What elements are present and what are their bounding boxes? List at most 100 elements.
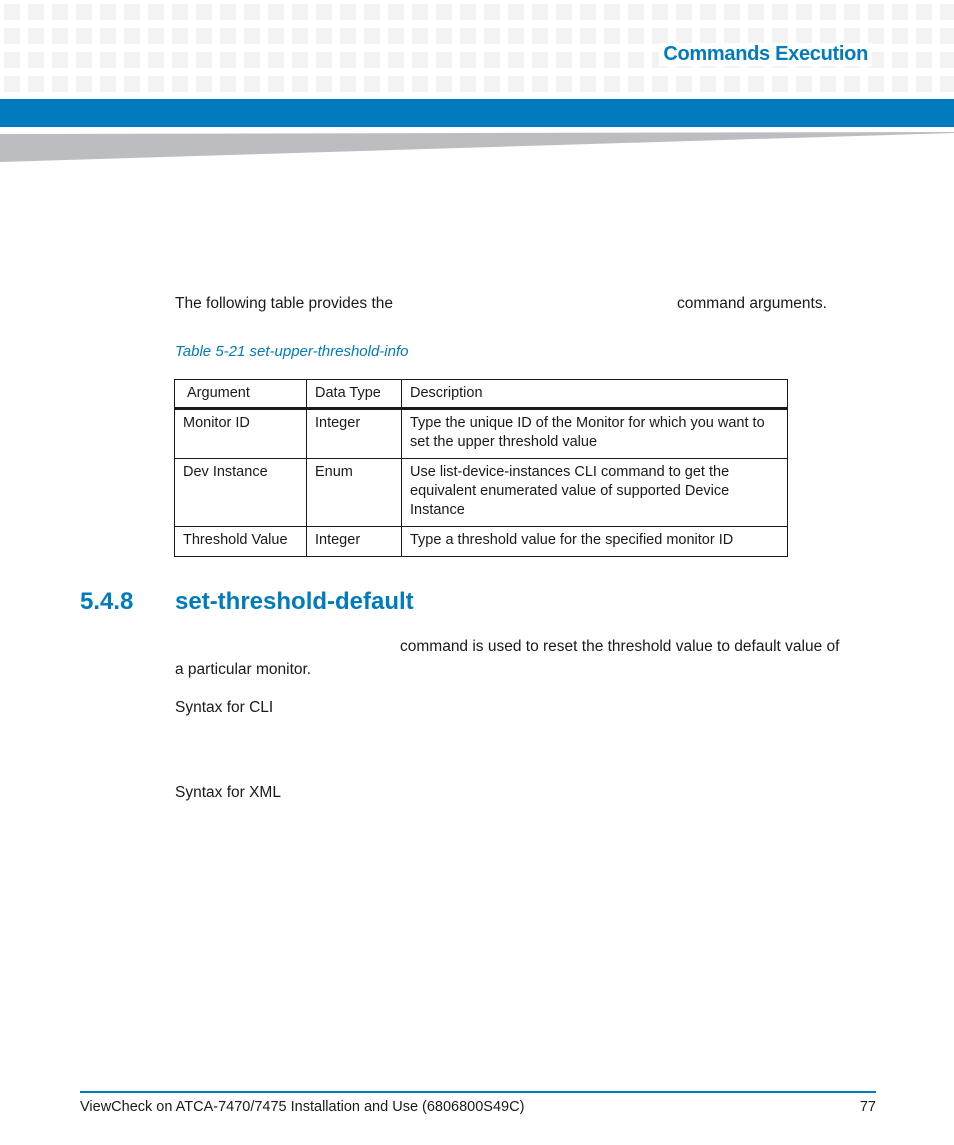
header-pattern-square [340,4,356,20]
cell-argument: Threshold Value [174,526,307,557]
header-pattern-square [484,4,500,20]
header-pattern-square [892,4,908,20]
header-pattern-square [268,76,284,92]
header-pattern-square [436,52,452,68]
header-pattern-square [76,28,92,44]
header-pattern-square [412,28,428,44]
header-pattern-square [364,76,380,92]
header-pattern-square [820,28,836,44]
header-pattern-square [4,28,20,44]
header-pattern-square [316,76,332,92]
header-pattern-square [532,28,548,44]
header-pattern-square [76,76,92,92]
header-pattern-square [508,4,524,20]
cell-data-type: Enum [306,458,402,527]
cell-argument: Monitor ID [174,408,307,459]
header-pattern-square [388,52,404,68]
header-pattern-square [340,76,356,92]
header-pattern-square [220,52,236,68]
header-pattern-square [100,28,116,44]
header-pattern-square [556,52,572,68]
header-pattern-square [76,4,92,20]
header-pattern-square [100,52,116,68]
syntax-cli-label: Syntax for CLI [175,699,274,716]
cell-data-type: Integer [306,408,402,459]
header-pattern-square [100,76,116,92]
cell-data-type: Integer [306,526,402,557]
header-pattern-square [460,28,476,44]
header-pattern-square [532,4,548,20]
header-pattern-square [652,4,668,20]
header-pattern-square [244,76,260,92]
header-pattern-square [196,52,212,68]
header-pattern-square [52,52,68,68]
chapter-title: Commands Execution [659,43,872,66]
header-pattern-square [172,76,188,92]
header-pattern-square [244,28,260,44]
header-pattern-square [196,4,212,20]
header-pattern-square [556,76,572,92]
header-pattern-square [868,76,884,92]
header-pattern-square [820,76,836,92]
header-pattern-square [508,76,524,92]
header-pattern-square [844,28,860,44]
header-pattern-square [892,76,908,92]
cell-description: Use list-device-instances CLI command to… [401,458,788,527]
header-pattern-square [388,28,404,44]
header-pattern-square [292,76,308,92]
header-pattern-square [796,76,812,92]
header-pattern-square [676,76,692,92]
header-pattern-square [604,76,620,92]
header-pattern-square [436,4,452,20]
header-pattern-square [484,76,500,92]
column-header-argument: Argument [174,379,307,410]
header-pattern-square [724,28,740,44]
header-pattern-square [124,28,140,44]
header-pattern-square [676,28,692,44]
header-pattern-square [724,76,740,92]
header-pattern-square [52,4,68,20]
header-pattern-square [364,28,380,44]
header-pattern-square [628,4,644,20]
header-pattern-square [124,52,140,68]
header-pattern-square [916,28,932,44]
intro-text-after: command arguments. [677,295,827,312]
header-pattern-square [220,28,236,44]
header-pattern-square [412,4,428,20]
header-pattern-square [700,28,716,44]
table-header-row: Argument Data Type Description [174,379,788,410]
header-pattern-square [4,52,20,68]
header-pattern-square [604,52,620,68]
header-pattern-square [244,4,260,20]
header-pattern-square [868,4,884,20]
header-pattern-square [340,28,356,44]
header-pattern-square [412,52,428,68]
header-pattern-square [700,4,716,20]
header-pattern-square [436,28,452,44]
column-header-data-type: Data Type [306,379,402,410]
header-pattern-square [796,4,812,20]
header-pattern-square [724,4,740,20]
header-pattern-square [340,52,356,68]
section-description-part2: a particular monitor. [175,661,312,678]
header-pattern-square [532,52,548,68]
header-pattern-square [916,76,932,92]
header-pattern-square [196,76,212,92]
header-pattern-square [580,28,596,44]
header-pattern-square [868,28,884,44]
header-pattern-square [4,76,20,92]
header-pattern-square [916,4,932,20]
header-pattern-square [316,52,332,68]
header-pattern-square [892,52,908,68]
header-pattern-square [292,28,308,44]
header-pattern-square [628,28,644,44]
header-pattern-square [748,28,764,44]
header-pattern-square [268,4,284,20]
header-pattern-square [412,76,428,92]
header-pattern-square [292,4,308,20]
header-pattern-square [772,4,788,20]
section-number: 5.4.8 [80,588,134,615]
header-pattern-square [892,28,908,44]
header-pattern-square [172,4,188,20]
header-pattern-square [388,4,404,20]
